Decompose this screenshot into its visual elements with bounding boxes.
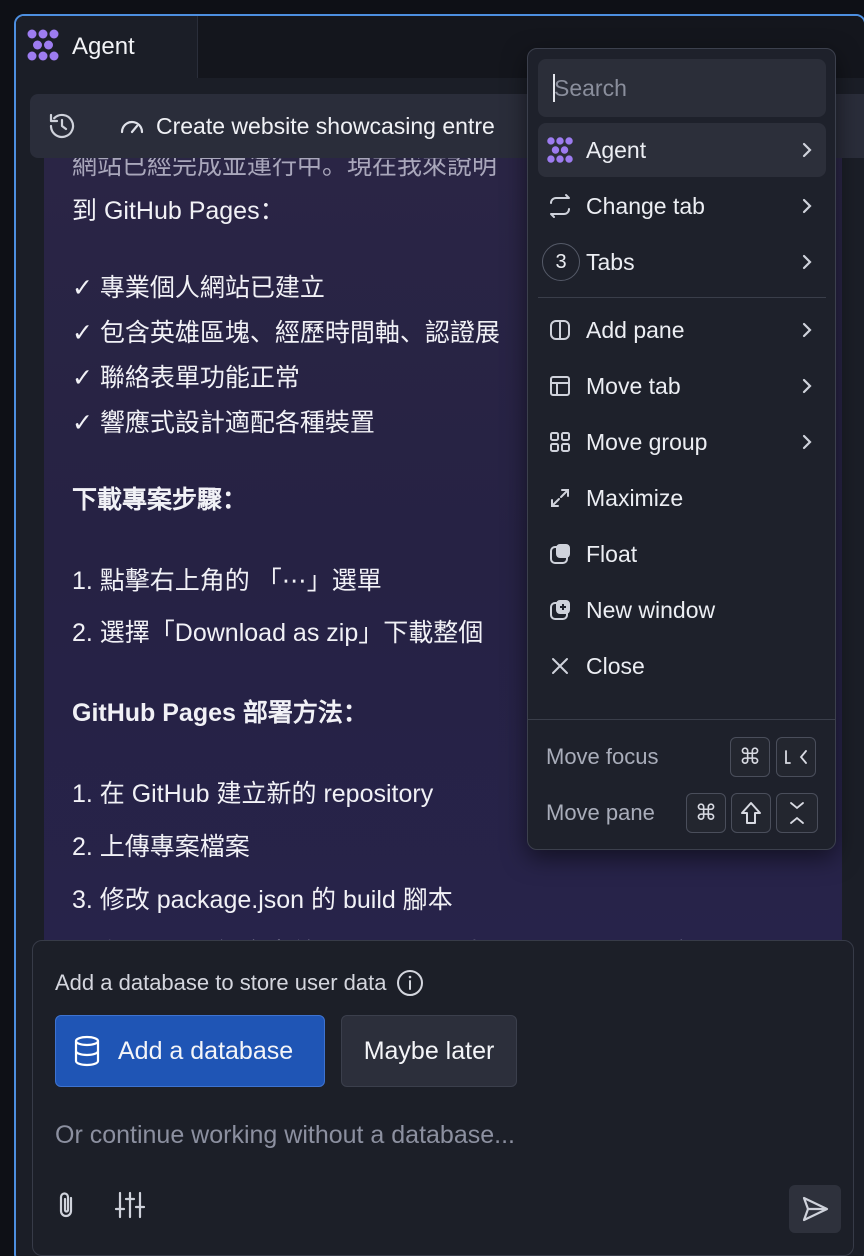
text-caret: [553, 74, 555, 102]
history-icon: [49, 113, 75, 139]
add-database-button[interactable]: Add a database: [55, 1015, 325, 1087]
menu-item-label: Agent: [586, 136, 647, 163]
menu-item-move-group[interactable]: Move group: [538, 415, 826, 469]
menu-search-input[interactable]: [538, 59, 826, 117]
menu-item-move-tab[interactable]: Move tab: [538, 359, 826, 413]
session-title-text: Create website showcasing entre: [156, 112, 495, 139]
database-prompt-text: Add a database to store user data: [55, 970, 387, 995]
close-icon: [546, 652, 574, 680]
tab-label: Agent: [72, 33, 135, 60]
send-icon: [802, 1196, 829, 1222]
shortcut-move-focus: Move focus ⌘: [546, 735, 821, 779]
step-item: 3. 修改 package.json 的 build 腳本: [72, 886, 453, 914]
send-button[interactable]: [789, 1185, 841, 1233]
menu-item-label: Move tab: [586, 372, 681, 399]
database-icon: [74, 1035, 100, 1067]
menu-item-new-window[interactable]: New window: [538, 583, 826, 637]
tab-count: 3: [542, 243, 580, 281]
new-window-icon: [546, 596, 574, 624]
database-prompt: Add a database to store user data: [55, 969, 424, 997]
arrow-keys-icon: [776, 737, 816, 777]
menu-divider: [528, 719, 835, 720]
shortcut-move-pane: Move pane ⌘: [546, 791, 821, 835]
menu-item-tabs[interactable]: 3 Tabs: [538, 235, 826, 289]
attach-icon[interactable]: [51, 1189, 83, 1221]
database-prompt-card: Add a database to store user data Add a …: [32, 940, 854, 1256]
menu-item-label: Close: [586, 652, 645, 679]
chevron-right-icon: [802, 322, 812, 338]
shortcut-label: Move pane: [546, 800, 655, 825]
pane-context-menu: Agent Change tab 3 Tabs Add pane Move ta…: [527, 48, 836, 850]
cmd-key: ⌘: [686, 793, 726, 833]
layout-icon: [546, 372, 574, 400]
split-pane-icon: [546, 316, 574, 344]
shift-key-icon: [731, 793, 771, 833]
chevron-right-icon: [802, 434, 812, 450]
menu-item-label: Maximize: [586, 484, 684, 511]
agent-logo-icon: [546, 136, 574, 164]
menu-item-agent[interactable]: Agent: [538, 123, 826, 177]
menu-item-add-pane[interactable]: Add pane: [538, 303, 826, 357]
chevron-right-icon: [802, 378, 812, 394]
tab-agent[interactable]: Agent: [16, 16, 198, 78]
menu-item-label: Move group: [586, 428, 708, 455]
menu-divider: [538, 297, 826, 298]
maximize-icon: [546, 484, 574, 512]
menu-item-close[interactable]: Close: [538, 639, 826, 693]
add-database-label: Add a database: [118, 1036, 294, 1065]
chat-input[interactable]: Or continue working without a database..…: [55, 1121, 515, 1150]
chevron-right-icon: [802, 198, 812, 214]
menu-item-maximize[interactable]: Maximize: [538, 471, 826, 525]
gauge-icon: [120, 120, 144, 134]
chevron-right-icon: [802, 254, 812, 270]
maybe-later-button[interactable]: Maybe later: [341, 1015, 517, 1087]
info-icon[interactable]: [396, 969, 424, 997]
float-icon: [546, 540, 574, 568]
chevron-right-icon: [802, 142, 812, 158]
menu-item-label: Change tab: [586, 192, 705, 219]
menu-item-label: Float: [586, 540, 638, 567]
grid-icon: [546, 428, 574, 456]
menu-item-float[interactable]: Float: [538, 527, 826, 581]
menu-item-label: Add pane: [586, 316, 685, 343]
menu-item-change-tab[interactable]: Change tab: [538, 179, 826, 233]
settings-sliders-icon[interactable]: [113, 1189, 147, 1221]
swap-icon: [546, 192, 574, 220]
menu-item-label: Tabs: [586, 248, 635, 275]
maybe-later-label: Maybe later: [363, 1036, 495, 1065]
tab-count-badge: 3: [542, 243, 580, 281]
session-title[interactable]: Create website showcasing entre: [118, 112, 495, 140]
arrow-keys-icon: [776, 793, 818, 833]
shortcut-label: Move focus: [546, 744, 659, 769]
history-button[interactable]: [30, 94, 94, 158]
input-actions: [51, 1189, 147, 1221]
menu-item-label: New window: [586, 596, 716, 623]
cmd-key: ⌘: [730, 737, 770, 777]
agent-logo-icon: [26, 28, 60, 67]
